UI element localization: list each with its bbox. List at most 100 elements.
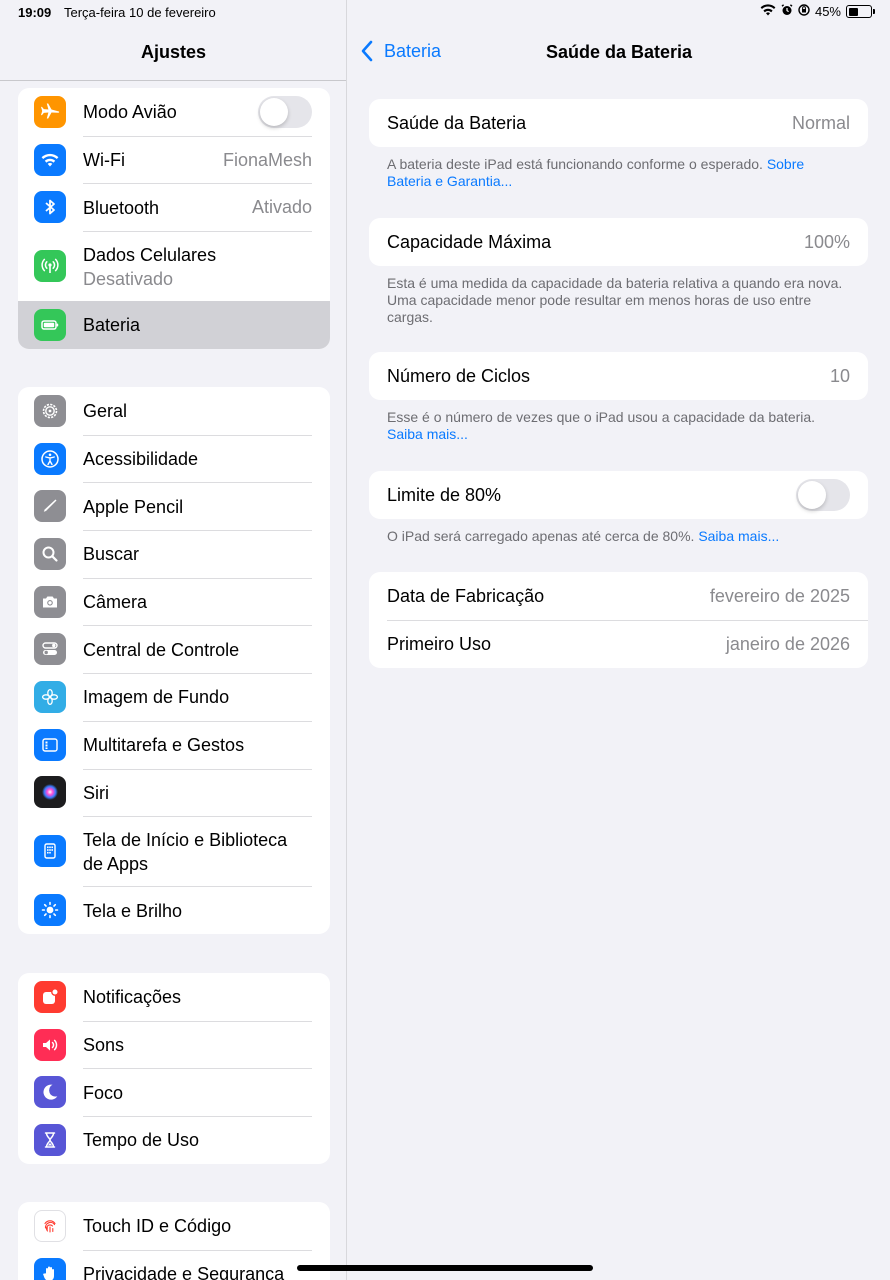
sidebar-item-label: Bluetooth	[83, 197, 160, 218]
sidebar-item-privacy[interactable]: Privacidade e Segurança	[18, 1249, 330, 1280]
sidebar-item-multitasking[interactable]: Multitarefa e Gestos	[18, 720, 330, 769]
cycle-count-note-text: Esse é o número de vezes que o iPad usou…	[387, 409, 816, 425]
sidebar-item-label: Geral	[83, 400, 128, 421]
cellular-status-value: Desativado	[83, 268, 174, 289]
airplane-icon	[34, 95, 66, 128]
manufacture-date-row: Data de Fabricação fevereiro de 2025	[369, 572, 868, 620]
sidebar-item-label: Touch ID e Código	[83, 1215, 232, 1236]
sidebar-item-apple-pencil[interactable]: Apple Pencil	[18, 482, 330, 530]
pencil-icon	[34, 490, 66, 523]
page-title: Saúde da Bateria	[545, 42, 693, 62]
search-icon	[34, 537, 66, 570]
max-capacity-card: Capacidade Máxima 100%	[369, 218, 868, 266]
charge-limit-learn-more-link[interactable]: Saiba mais...	[698, 528, 779, 544]
sidebar-item-label: Dados Celulares	[83, 244, 217, 265]
sidebar-item-label: Tela de Início e Biblioteca de Apps	[83, 829, 288, 874]
settings-sidebar: Ajustes Modo Avião Wi-Fi FionaMesh Bluet…	[0, 0, 347, 1280]
sidebar-item-label: Tempo de Uso	[83, 1130, 200, 1151]
wifi-icon	[34, 143, 66, 176]
sidebar-item-label: Central de Controle	[83, 639, 240, 660]
battery-health-note-text: A bateria deste iPad está funcionando co…	[387, 156, 767, 172]
sidebar-item-label: Câmera	[83, 592, 148, 613]
sidebar-item-label: Siri	[83, 782, 109, 803]
charge-limit-row: Limite de 80%	[369, 471, 868, 519]
sidebar-item-label: Buscar	[83, 544, 140, 565]
battery-dates-card: Data de Fabricação fevereiro de 2025 Pri…	[369, 572, 868, 668]
siri-icon	[34, 776, 66, 809]
manufacture-date-label: Data de Fabricação	[387, 585, 545, 606]
hand-icon	[34, 1257, 66, 1280]
sidebar-item-wallpaper[interactable]: Imagem de Fundo	[18, 673, 330, 721]
sidebar-item-label: Wi-Fi	[83, 150, 125, 171]
wallpaper-icon	[34, 680, 66, 713]
charge-limit-note: O iPad será carregado apenas até cerca d…	[387, 528, 847, 545]
home-indicator[interactable]	[297, 1265, 593, 1271]
cycle-count-card: Número de Ciclos 10	[369, 352, 868, 400]
status-date: Terça-feira 10 de fevereiro	[64, 5, 216, 20]
sidebar-item-cellular[interactable]: Dados Celulares Desativado	[18, 231, 330, 301]
sidebar-item-label: Bateria	[83, 315, 141, 336]
multitasking-icon	[34, 728, 66, 761]
sidebar-group-notifications: Notificações Sons Foco Tempo de Uso	[18, 973, 330, 1164]
sidebar-item-label: Modo Avião	[83, 101, 177, 122]
first-use-value: janeiro de 2026	[725, 634, 850, 654]
manufacture-date-value: fevereiro de 2025	[709, 585, 850, 606]
alarm-icon	[781, 4, 793, 19]
status-time: 19:09	[18, 5, 52, 20]
moon-icon	[34, 1076, 66, 1109]
home-screen-icon	[34, 835, 66, 868]
cycle-count-row: Número de Ciclos 10	[369, 352, 868, 400]
sidebar-item-airplane-mode[interactable]: Modo Avião	[18, 88, 330, 136]
control-center-icon	[34, 633, 66, 666]
sidebar-item-siri[interactable]: Siri	[18, 768, 330, 817]
wifi-network-value: FionaMesh	[222, 149, 312, 170]
wifi-status-icon	[760, 4, 776, 19]
sidebar-group-security: Touch ID e Código Privacidade e Seguranç…	[18, 1202, 330, 1280]
max-capacity-value: 100%	[803, 231, 850, 252]
bluetooth-icon	[34, 191, 66, 224]
sidebar-item-focus[interactable]: Foco	[18, 1068, 330, 1116]
cycle-count-label: Número de Ciclos	[387, 365, 531, 386]
sidebar-item-accessibility[interactable]: Acessibilidade	[18, 434, 330, 483]
sidebar-item-camera[interactable]: Câmera	[18, 577, 330, 626]
fingerprint-icon	[34, 1209, 66, 1242]
rotation-lock-icon	[798, 4, 810, 19]
cellular-icon	[34, 250, 66, 283]
airplane-mode-toggle[interactable]	[258, 95, 312, 128]
sidebar-item-notifications[interactable]: Notificações	[18, 973, 330, 1021]
battery-health-row: Saúde da Bateria Normal	[369, 99, 868, 147]
sidebar-item-general[interactable]: Geral	[18, 387, 330, 435]
sidebar-item-home-screen[interactable]: Tela de Início e Biblioteca de Apps	[18, 816, 330, 886]
battery-percent: 45%	[814, 4, 841, 19]
brightness-icon	[34, 894, 66, 927]
battery-health-card: Saúde da Bateria Normal	[369, 99, 868, 147]
sidebar-item-bluetooth[interactable]: Bluetooth Ativado	[18, 183, 330, 231]
battery-health-note: A bateria deste iPad está funcionando co…	[387, 156, 847, 190]
sidebar-item-label: Multitarefa e Gestos	[83, 735, 245, 756]
sidebar-item-wifi[interactable]: Wi-Fi FionaMesh	[18, 135, 330, 184]
sidebar-item-text: Dados Celulares Desativado	[83, 243, 216, 291]
cycle-learn-more-link[interactable]: Saiba mais...	[387, 426, 468, 442]
charge-limit-note-text: O iPad será carregado apenas até cerca d…	[387, 528, 699, 544]
max-capacity-note: Esta é uma medida da capacidade da bater…	[387, 275, 843, 325]
charge-limit-toggle[interactable]	[796, 479, 850, 511]
sidebar-item-search[interactable]: Buscar	[18, 530, 330, 578]
first-use-label: Primeiro Uso	[387, 634, 492, 654]
camera-icon	[34, 585, 66, 618]
accessibility-icon	[34, 442, 66, 475]
status-bar: 19:09 Terça-feira 10 de fevereiro 45%	[0, 0, 890, 26]
cycle-count-value: 10	[829, 365, 850, 386]
sidebar-group-connectivity: Modo Avião Wi-Fi FionaMesh Bluetooth Ati…	[18, 88, 330, 349]
sidebar-item-sounds[interactable]: Sons	[18, 1020, 330, 1069]
bluetooth-status-value: Ativado	[251, 197, 312, 218]
sidebar-item-battery[interactable]: Bateria	[18, 301, 330, 349]
sidebar-item-screen-time[interactable]: Tempo de Uso	[18, 1116, 330, 1164]
sidebar-group-general: Geral Acessibilidade Apple Pencil Buscar…	[18, 387, 330, 934]
sidebar-item-label: Privacidade e Segurança	[83, 1264, 285, 1280]
cycle-count-note: Esse é o número de vezes que o iPad usou…	[387, 409, 847, 443]
notifications-icon	[34, 980, 66, 1013]
sidebar-item-touch-id[interactable]: Touch ID e Código	[18, 1202, 330, 1250]
sidebar-item-control-center[interactable]: Central de Controle	[18, 625, 330, 673]
sidebar-title: Ajustes	[140, 42, 207, 62]
sidebar-item-display-brightness[interactable]: Tela e Brilho	[18, 886, 330, 934]
